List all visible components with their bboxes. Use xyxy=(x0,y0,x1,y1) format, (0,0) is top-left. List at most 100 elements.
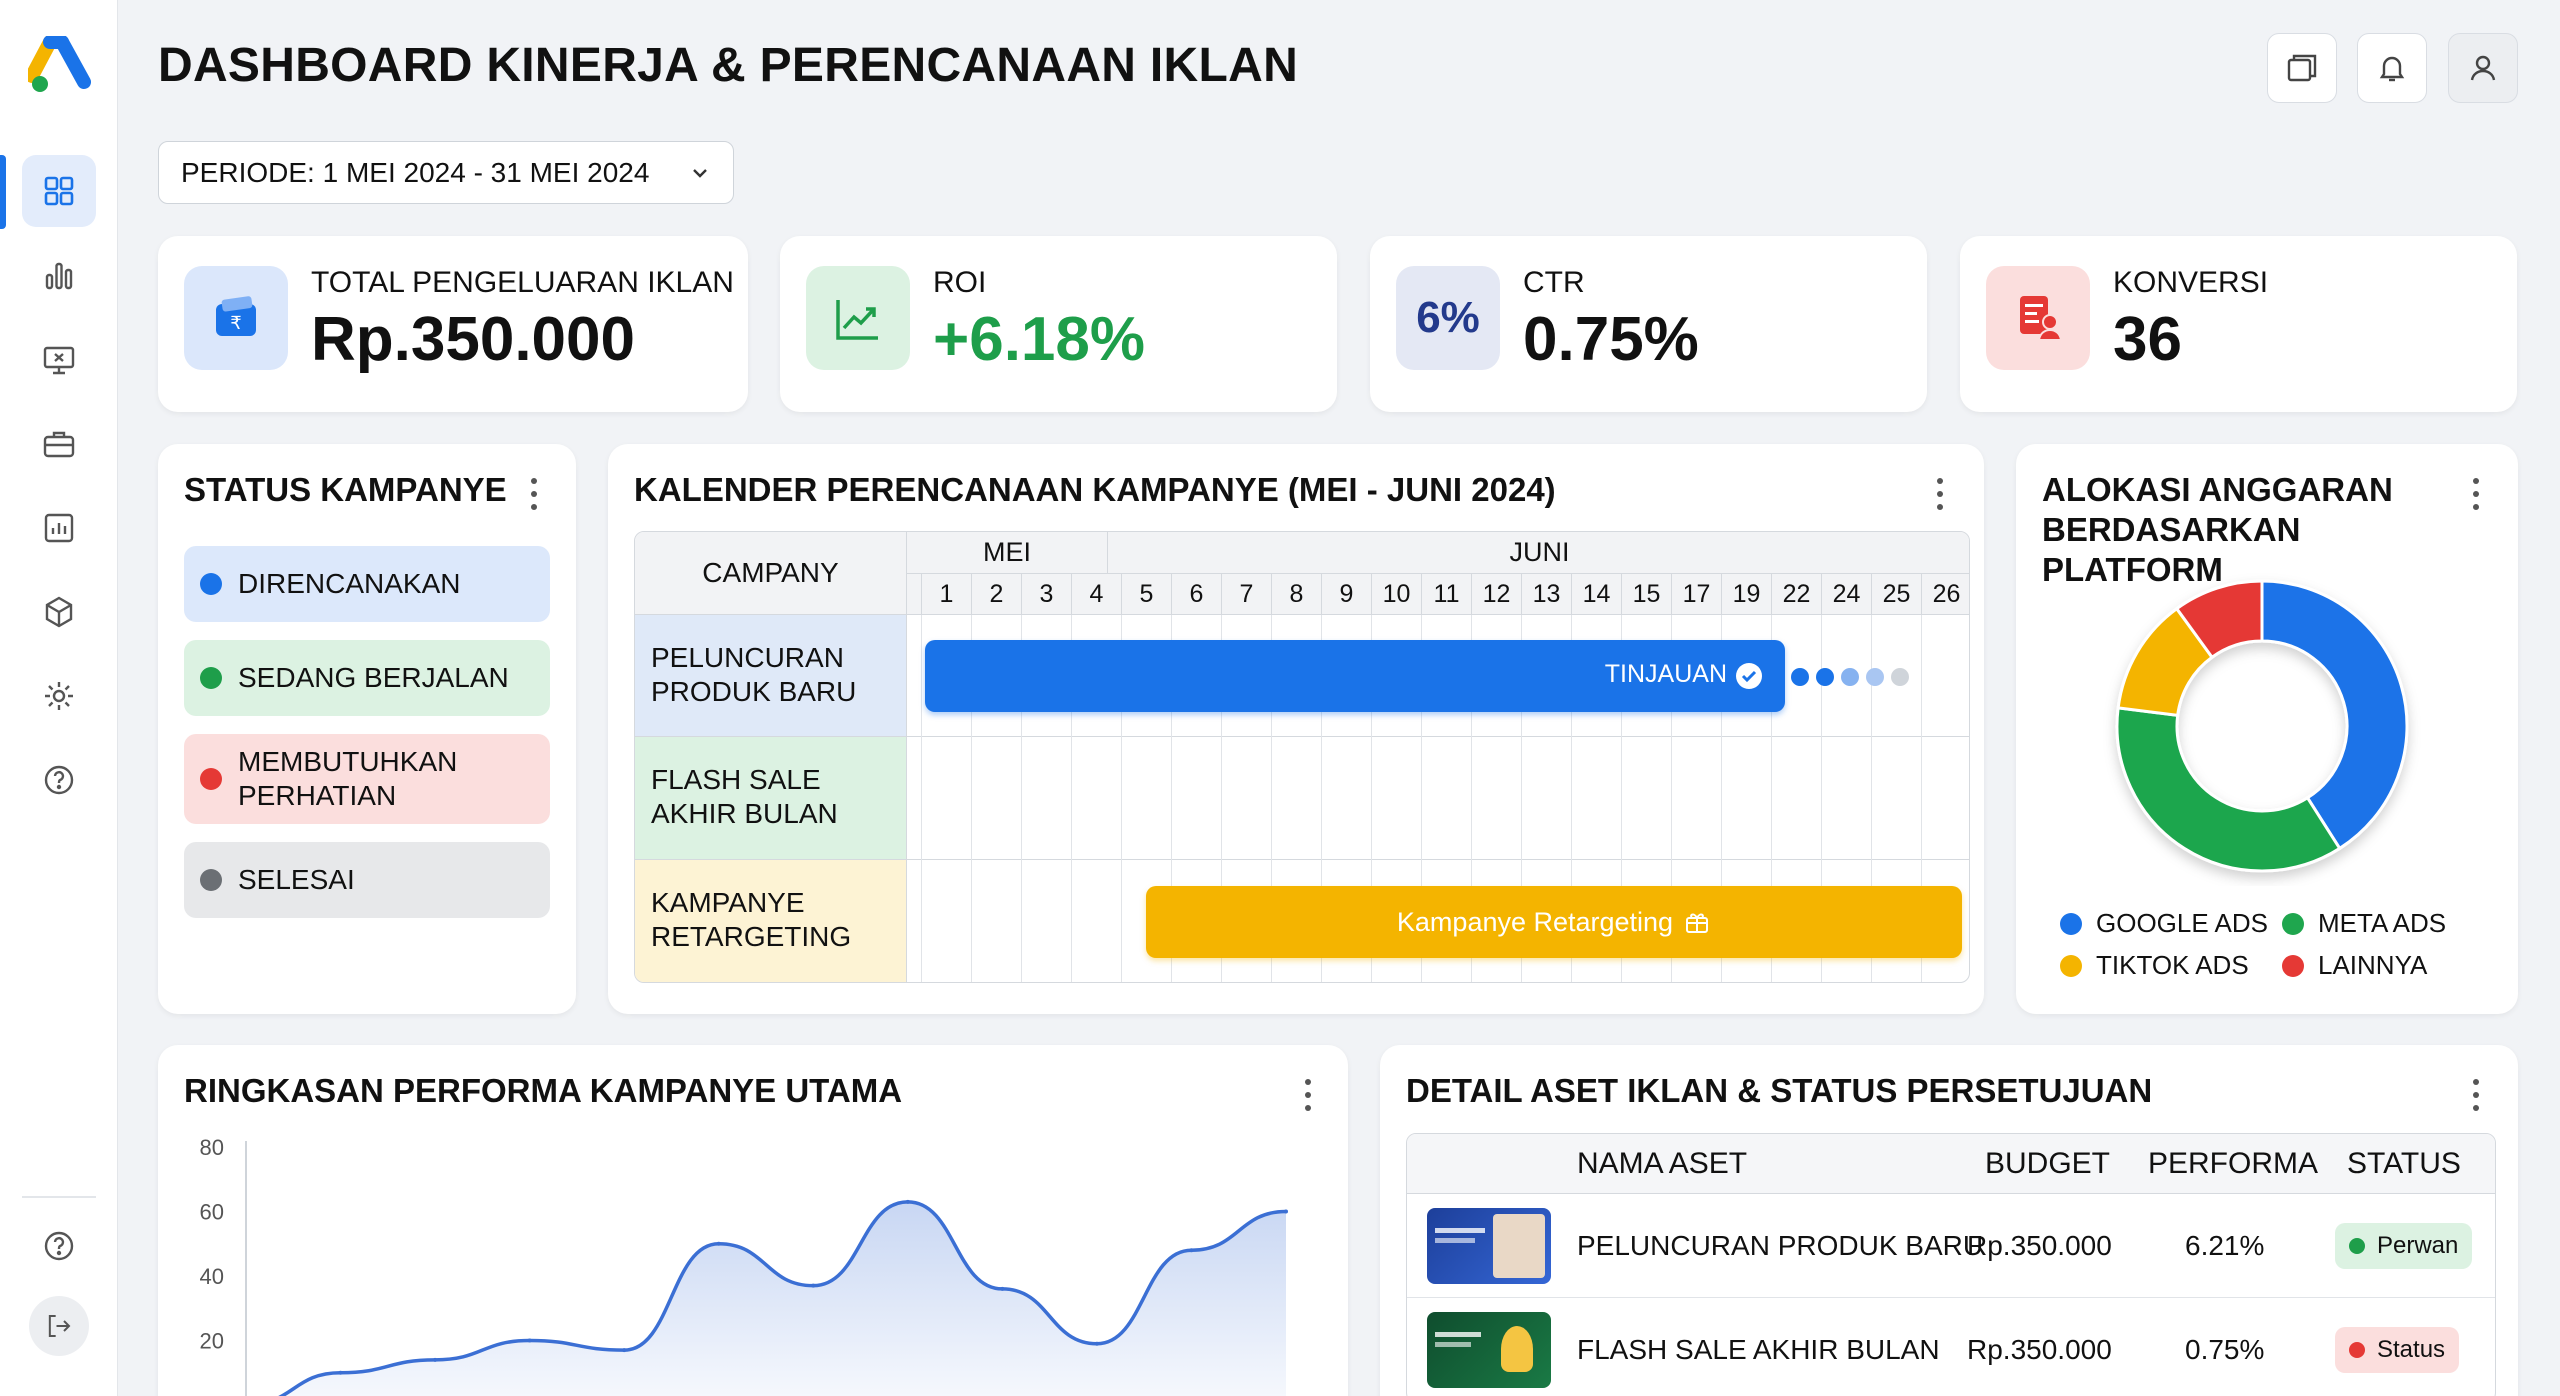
row-header: CAMPANY xyxy=(635,532,907,615)
day-cell: 10 xyxy=(1371,574,1421,615)
day-cell: 12 xyxy=(1471,574,1521,615)
month-label: JUNI xyxy=(1108,532,1969,574)
kpi-value: Rp.350.000 xyxy=(311,305,635,374)
sidebar xyxy=(0,0,118,1396)
day-cell: 19 xyxy=(1721,574,1771,615)
nav-support[interactable] xyxy=(22,1210,96,1282)
day-cell: 17 xyxy=(1671,574,1721,615)
month-label: MEI xyxy=(907,532,1108,574)
gift-icon xyxy=(1686,913,1709,933)
logout-button[interactable] xyxy=(29,1296,89,1356)
kpi-value: +6.18% xyxy=(933,305,1146,374)
data-point xyxy=(622,1348,627,1353)
status-done[interactable]: SELESAI xyxy=(184,842,550,918)
day-cell: 26 xyxy=(1921,574,1969,615)
kpi-label: TOTAL PENGELUARAN IKLAN xyxy=(311,266,734,299)
data-point xyxy=(1094,1341,1099,1346)
table-row[interactable]: FLASH SALE AKHIR BULAN Rp.350.000 0.75% … xyxy=(1407,1298,2495,1396)
nav-settings[interactable] xyxy=(22,660,96,732)
gear-icon xyxy=(45,682,73,710)
bar-label: Kampanye Retargeting xyxy=(1396,906,1674,937)
data-point xyxy=(338,1370,343,1375)
day-cell: 2 xyxy=(971,574,1021,615)
status-attention[interactable]: MEMBUTUHKAN PERHATIAN xyxy=(184,734,550,824)
calendar-panel: KALENDER PERENCANAAN KAMPANYE (MEI - JUN… xyxy=(608,444,1984,1014)
day-cell: 22 xyxy=(1771,574,1821,615)
legend-google: GOOGLE ADS xyxy=(2060,908,2268,939)
badge-label: Perwan xyxy=(2377,1231,2459,1259)
user-icon xyxy=(2470,55,2496,81)
data-point xyxy=(1189,1248,1194,1253)
ads-logo-icon[interactable] xyxy=(28,36,92,96)
legend-tiktok: TIKTOK ADS xyxy=(2060,950,2249,981)
more-menu-icon[interactable] xyxy=(1930,474,1950,514)
ctr-icon: 6% xyxy=(1396,266,1500,370)
more-menu-icon[interactable] xyxy=(1298,1075,1318,1115)
campaign-bar-launch[interactable]: TINJAUAN xyxy=(925,640,1785,712)
kpi-value: 36 xyxy=(2113,305,2182,374)
period-selector[interactable]: PERIODE: 1 MEI 2024 - 31 MEI 2024 xyxy=(158,141,734,204)
kpi-card-conversion: KONVERSI 36 xyxy=(1960,236,2517,412)
status-badge[interactable]: Perwan xyxy=(2335,1222,2473,1269)
help-icon xyxy=(44,765,74,795)
cube-icon xyxy=(45,596,73,628)
asset-name: FLASH SALE AKHIR BULAN xyxy=(1577,1333,1940,1365)
y-tick-label: 20 xyxy=(200,1329,224,1354)
nav-dashboard[interactable] xyxy=(22,155,96,227)
nav-analytics[interactable] xyxy=(22,240,96,312)
data-point xyxy=(433,1357,438,1362)
svg-text:₹: ₹ xyxy=(230,313,241,334)
chevron-down-icon xyxy=(693,168,707,178)
campaign-bar-retargeting[interactable]: Kampanye Retargeting xyxy=(1146,886,1962,958)
status-planned[interactable]: DIRENCANAKAN xyxy=(184,546,550,622)
data-point xyxy=(1284,1209,1288,1214)
table-header: NAMA ASET BUDGET PERFORMA STATUS xyxy=(1407,1134,2495,1194)
notification-button[interactable] xyxy=(2357,33,2427,103)
conversion-icon xyxy=(1986,266,2090,370)
user-button[interactable] xyxy=(2448,33,2518,103)
allocation-panel: ALOKASI ANGGARAN BERDASARKAN PLATFORM GO… xyxy=(2016,444,2518,1014)
day-cell: 4 xyxy=(1071,574,1121,615)
day-cell: 15 xyxy=(1621,574,1671,615)
nav-reports[interactable] xyxy=(22,492,96,564)
legend-other: LAINNYA xyxy=(2282,950,2427,981)
bell-icon xyxy=(2379,56,2405,82)
table-row[interactable]: PELUNCURAN PRODUK BARU Rp.350.000 6.21% … xyxy=(1407,1194,2495,1298)
status-label: SEDANG BERJALAN xyxy=(238,662,509,693)
more-menu-icon[interactable] xyxy=(2466,474,2486,514)
asset-budget: Rp.350.000 xyxy=(1967,1229,2112,1261)
panel-title: KALENDER PERENCANAAN KAMPANYE (MEI - JUN… xyxy=(634,471,1556,508)
nav-display[interactable] xyxy=(22,324,96,396)
y-tick-label: 40 xyxy=(200,1264,224,1289)
monitor-icon xyxy=(43,346,75,375)
nav-campaigns[interactable] xyxy=(22,408,96,480)
window-button[interactable] xyxy=(2267,33,2337,103)
day-cell: 11 xyxy=(1421,574,1471,615)
nav-assets[interactable] xyxy=(22,576,96,648)
day-cell: 3 xyxy=(1021,574,1071,615)
kpi-card-roi: ROI +6.18% xyxy=(780,236,1337,412)
day-cell: 7 xyxy=(1221,574,1271,615)
calendar-header: MEI JUNI 1 2 3 4 5 6 7 8 9 10 11 12 13 14 15 17 19 22 24 25… xyxy=(907,532,1969,615)
campaign-row-label[interactable]: PELUNCURAN PRODUK BARU xyxy=(635,615,907,737)
more-menu-icon[interactable] xyxy=(524,474,544,514)
nav-help[interactable] xyxy=(22,744,96,816)
status-dot xyxy=(200,869,222,891)
status-dot xyxy=(200,768,222,790)
column-header: NAMA ASET xyxy=(1577,1146,1748,1180)
status-label: DIRENCANAKAN xyxy=(238,568,461,599)
more-menu-icon[interactable] xyxy=(2466,1075,2486,1115)
nav-active-indicator xyxy=(0,155,6,229)
day-cell: 6 xyxy=(1171,574,1221,615)
status-running[interactable]: SEDANG BERJALAN xyxy=(184,640,550,716)
trend-up-icon xyxy=(806,266,910,370)
kpi-label: CTR xyxy=(1523,266,1585,299)
report-icon xyxy=(44,513,74,543)
day-cell: 25 xyxy=(1871,574,1921,615)
status-badge[interactable]: Status xyxy=(2335,1326,2460,1373)
campaign-row-label[interactable]: FLASH SALE AKHIR BULAN xyxy=(635,737,907,860)
campaign-row-label[interactable]: KAMPANYE RETARGETING xyxy=(635,860,907,982)
asset-thumbnail xyxy=(1427,1207,1551,1284)
data-point xyxy=(905,1199,910,1204)
window-icon xyxy=(2287,54,2317,82)
